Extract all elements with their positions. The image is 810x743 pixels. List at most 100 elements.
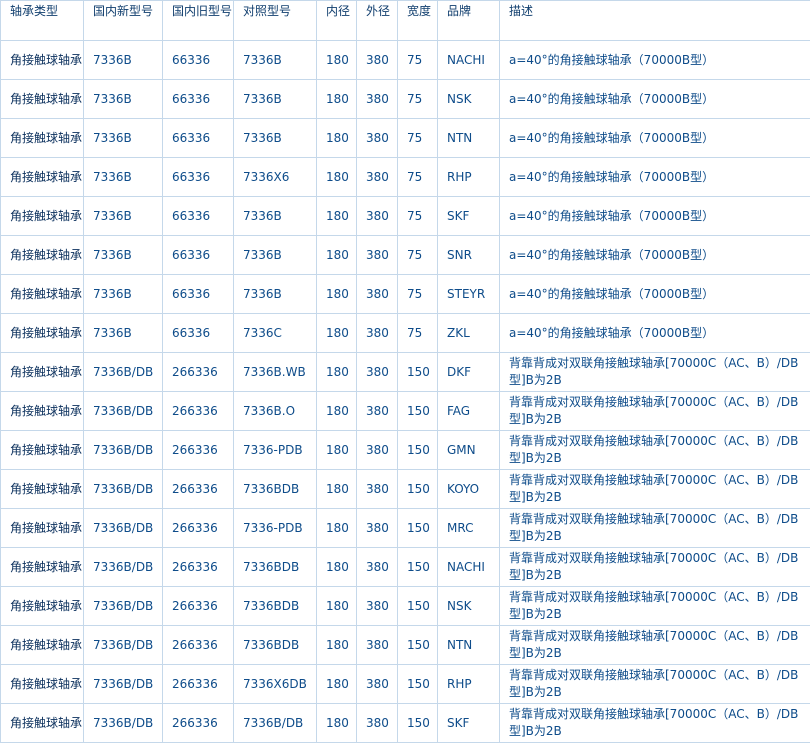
cell-width: 75	[398, 41, 438, 80]
cell-new-model: 7336B/DB	[84, 704, 163, 743]
cell-type: 角接触球轴承	[1, 41, 84, 80]
cell-width: 75	[398, 275, 438, 314]
cell-old-model: 266336	[163, 509, 234, 548]
cell-new-model: 7336B/DB	[84, 353, 163, 392]
cell-description: a=40°的角接触球轴承（70000B型）	[500, 314, 810, 353]
cell-width: 150	[398, 548, 438, 587]
cell-ref-model: 7336BDB	[234, 626, 317, 665]
cell-new-model: 7336B/DB	[84, 587, 163, 626]
header-type: 轴承类型	[1, 1, 84, 41]
cell-old-model: 266336	[163, 626, 234, 665]
cell-type: 角接触球轴承	[1, 236, 84, 275]
table-row: 角接触球轴承7336B/DB2663367336BDB180380150NSK背…	[1, 587, 810, 626]
table-row: 角接触球轴承7336B663367336X618038075RHPa=40°的角…	[1, 158, 810, 197]
cell-brand: NACHI	[438, 41, 500, 80]
cell-ref-model: 7336B	[234, 236, 317, 275]
cell-brand: RHP	[438, 158, 500, 197]
table-row: 角接触球轴承7336B663367336B18038075NACHIa=40°的…	[1, 41, 810, 80]
cell-outer-diameter: 380	[357, 626, 398, 665]
cell-brand: NACHI	[438, 548, 500, 587]
cell-outer-diameter: 380	[357, 158, 398, 197]
cell-outer-diameter: 380	[357, 587, 398, 626]
cell-outer-diameter: 380	[357, 704, 398, 743]
cell-inner-diameter: 180	[317, 470, 357, 509]
cell-description: 背靠背成对双联角接触球轴承[70000C（AC、B）/DB型]B为2B	[500, 704, 810, 743]
cell-description: a=40°的角接触球轴承（70000B型）	[500, 119, 810, 158]
cell-width: 150	[398, 665, 438, 704]
table-row: 角接触球轴承7336B/DB2663367336BDB180380150KOYO…	[1, 470, 810, 509]
cell-description: 背靠背成对双联角接触球轴承[70000C（AC、B）/DB型]B为2B	[500, 665, 810, 704]
cell-outer-diameter: 380	[357, 80, 398, 119]
cell-brand: SKF	[438, 197, 500, 236]
cell-description: 背靠背成对双联角接触球轴承[70000C（AC、B）/DB型]B为2B	[500, 392, 810, 431]
cell-ref-model: 7336-PDB	[234, 431, 317, 470]
cell-description: a=40°的角接触球轴承（70000B型）	[500, 275, 810, 314]
table-row: 角接触球轴承7336B/DB2663367336B/DB180380150SKF…	[1, 704, 810, 743]
cell-new-model: 7336B	[84, 197, 163, 236]
cell-brand: GMN	[438, 431, 500, 470]
cell-description: 背靠背成对双联角接触球轴承[70000C（AC、B）/DB型]B为2B	[500, 509, 810, 548]
table-row: 角接触球轴承7336B663367336B18038075SNRa=40°的角接…	[1, 236, 810, 275]
cell-brand: SKF	[438, 704, 500, 743]
cell-description: 背靠背成对双联角接触球轴承[70000C（AC、B）/DB型]B为2B	[500, 587, 810, 626]
cell-inner-diameter: 180	[317, 80, 357, 119]
cell-inner-diameter: 180	[317, 392, 357, 431]
header-width: 宽度	[398, 1, 438, 41]
cell-outer-diameter: 380	[357, 392, 398, 431]
cell-width: 75	[398, 158, 438, 197]
cell-inner-diameter: 180	[317, 587, 357, 626]
cell-old-model: 66336	[163, 41, 234, 80]
cell-inner-diameter: 180	[317, 41, 357, 80]
cell-brand: NTN	[438, 626, 500, 665]
cell-new-model: 7336B	[84, 314, 163, 353]
cell-outer-diameter: 380	[357, 353, 398, 392]
cell-width: 150	[398, 431, 438, 470]
table-row: 角接触球轴承7336B/DB2663367336-PDB180380150MRC…	[1, 509, 810, 548]
cell-inner-diameter: 180	[317, 704, 357, 743]
header-description: 描述	[500, 1, 810, 41]
cell-new-model: 7336B	[84, 41, 163, 80]
cell-new-model: 7336B	[84, 158, 163, 197]
cell-outer-diameter: 380	[357, 314, 398, 353]
cell-description: 背靠背成对双联角接触球轴承[70000C（AC、B）/DB型]B为2B	[500, 548, 810, 587]
cell-width: 75	[398, 119, 438, 158]
cell-new-model: 7336B	[84, 275, 163, 314]
cell-inner-diameter: 180	[317, 275, 357, 314]
cell-ref-model: 7336B	[234, 119, 317, 158]
cell-inner-diameter: 180	[317, 119, 357, 158]
header-new-model: 国内新型号	[84, 1, 163, 41]
cell-brand: RHP	[438, 665, 500, 704]
cell-old-model: 66336	[163, 236, 234, 275]
table-row: 角接触球轴承7336B/DB2663367336B.O180380150FAG背…	[1, 392, 810, 431]
cell-type: 角接触球轴承	[1, 392, 84, 431]
cell-ref-model: 7336-PDB	[234, 509, 317, 548]
cell-brand: FAG	[438, 392, 500, 431]
cell-type: 角接触球轴承	[1, 353, 84, 392]
cell-inner-diameter: 180	[317, 665, 357, 704]
header-outer-diameter: 外径	[357, 1, 398, 41]
cell-width: 75	[398, 236, 438, 275]
cell-type: 角接触球轴承	[1, 197, 84, 236]
table-header: 轴承类型 国内新型号 国内旧型号 对照型号 内径 外径 宽度 品牌 描述	[1, 1, 810, 41]
table-row: 角接触球轴承7336B/DB2663367336-PDB180380150GMN…	[1, 431, 810, 470]
cell-type: 角接触球轴承	[1, 119, 84, 158]
header-row: 轴承类型 国内新型号 国内旧型号 对照型号 内径 外径 宽度 品牌 描述	[1, 1, 810, 41]
cell-old-model: 266336	[163, 353, 234, 392]
cell-brand: NSK	[438, 587, 500, 626]
table-row: 角接触球轴承7336B663367336C18038075ZKLa=40°的角接…	[1, 314, 810, 353]
header-old-model: 国内旧型号	[163, 1, 234, 41]
cell-width: 150	[398, 392, 438, 431]
cell-description: 背靠背成对双联角接触球轴承[70000C（AC、B）/DB型]B为2B	[500, 626, 810, 665]
cell-new-model: 7336B/DB	[84, 431, 163, 470]
cell-type: 角接触球轴承	[1, 158, 84, 197]
cell-inner-diameter: 180	[317, 509, 357, 548]
cell-outer-diameter: 380	[357, 119, 398, 158]
table-row: 角接触球轴承7336B/DB2663367336B.WB180380150DKF…	[1, 353, 810, 392]
table-row: 角接触球轴承7336B663367336B18038075NSKa=40°的角接…	[1, 80, 810, 119]
cell-width: 150	[398, 353, 438, 392]
cell-ref-model: 7336B	[234, 275, 317, 314]
cell-new-model: 7336B	[84, 119, 163, 158]
bearing-cross-reference-table: 轴承类型 国内新型号 国内旧型号 对照型号 内径 外径 宽度 品牌 描述 角接触…	[0, 0, 810, 743]
cell-ref-model: 7336B	[234, 80, 317, 119]
cell-width: 150	[398, 626, 438, 665]
